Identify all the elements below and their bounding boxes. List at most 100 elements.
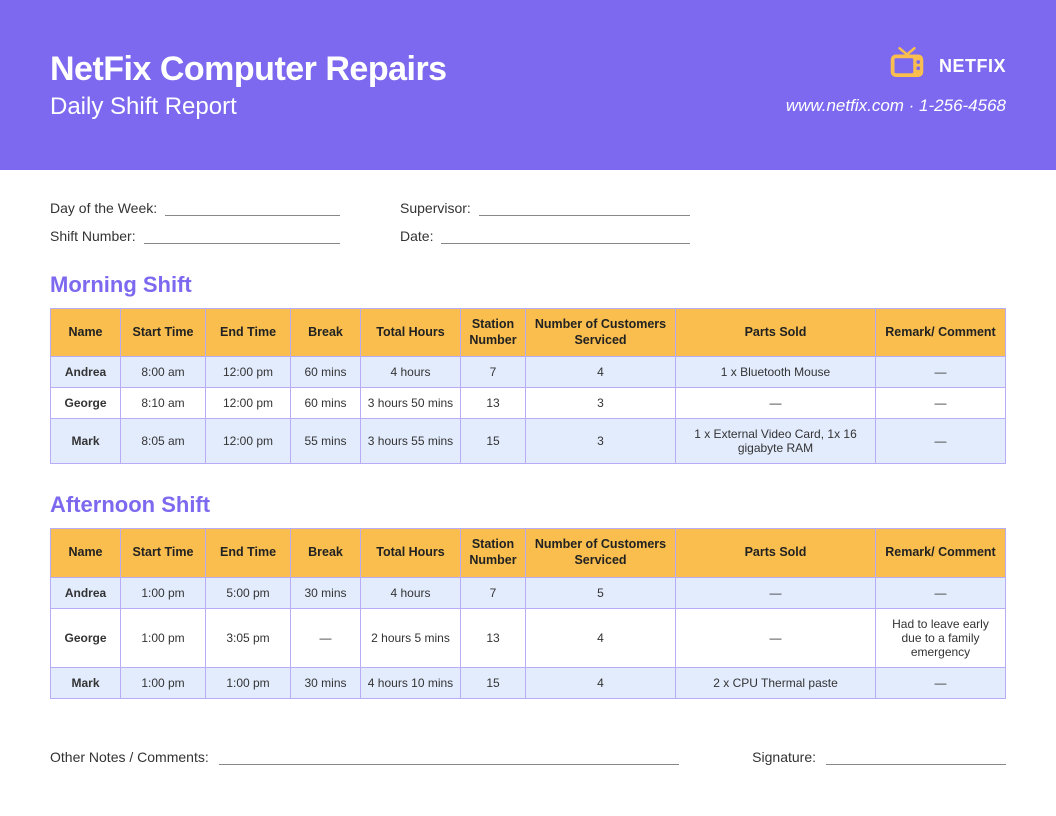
cell-name: George [51, 388, 121, 419]
cell-parts: — [676, 577, 876, 608]
shift-number-field: Shift Number: [50, 228, 340, 244]
morning-shift-title: Morning Shift [50, 272, 1006, 298]
col-station: Station Number [461, 529, 526, 577]
cell-remark: — [876, 357, 1006, 388]
table-row: Mark8:05 am12:00 pm55 mins3 hours 55 min… [51, 419, 1006, 464]
document-body: Day of the Week: Supervisor: Shift Numbe… [0, 170, 1056, 785]
table-row: George8:10 am12:00 pm60 mins3 hours 50 m… [51, 388, 1006, 419]
tv-icon [887, 50, 927, 82]
cell-station: 13 [461, 388, 526, 419]
cell-parts: 2 x CPU Thermal paste [676, 667, 876, 698]
table-header-row: Name Start Time End Time Break Total Hou… [51, 309, 1006, 357]
day-of-week-field: Day of the Week: [50, 200, 340, 216]
cell-break: 30 mins [291, 577, 361, 608]
cell-start: 8:00 am [121, 357, 206, 388]
signature-field: Signature: [752, 749, 1006, 765]
cell-remark: — [876, 388, 1006, 419]
meta-row-2: Shift Number: Date: [50, 228, 1006, 244]
shift-number-input-line[interactable] [144, 230, 340, 244]
col-customers: Number of Customers Serviced [526, 529, 676, 577]
table-header-row: Name Start Time End Time Break Total Hou… [51, 529, 1006, 577]
cell-remark: — [876, 419, 1006, 464]
morning-tbody: Andrea8:00 am12:00 pm60 mins4 hours741 x… [51, 357, 1006, 464]
col-name: Name [51, 309, 121, 357]
header: NetFix Computer Repairs Daily Shift Repo… [0, 0, 1056, 170]
cell-customers: 4 [526, 357, 676, 388]
col-end: End Time [206, 529, 291, 577]
col-remark: Remark/ Comment [876, 309, 1006, 357]
header-right: NETFIX www.netfix.com · 1-256-4568 [786, 50, 1006, 170]
table-row: Andrea1:00 pm5:00 pm30 mins4 hours75—— [51, 577, 1006, 608]
cell-break: 60 mins [291, 388, 361, 419]
day-of-week-input-line[interactable] [165, 202, 340, 216]
cell-break: 55 mins [291, 419, 361, 464]
date-input-line[interactable] [441, 230, 690, 244]
cell-station: 15 [461, 667, 526, 698]
date-field: Date: [400, 228, 690, 244]
footer: Other Notes / Comments: Signature: [50, 749, 1006, 765]
cell-total: 4 hours [361, 577, 461, 608]
supervisor-input-line[interactable] [479, 202, 690, 216]
contact-info: www.netfix.com · 1-256-4568 [786, 96, 1006, 116]
meta-row-1: Day of the Week: Supervisor: [50, 200, 1006, 216]
cell-end: 12:00 pm [206, 388, 291, 419]
page-title: NetFix Computer Repairs [50, 50, 447, 89]
cell-customers: 4 [526, 667, 676, 698]
cell-name: Andrea [51, 357, 121, 388]
cell-break: 30 mins [291, 667, 361, 698]
col-parts: Parts Sold [676, 529, 876, 577]
brand-row: NETFIX [786, 50, 1006, 82]
col-end: End Time [206, 309, 291, 357]
col-break: Break [291, 309, 361, 357]
cell-break: — [291, 608, 361, 667]
cell-start: 8:05 am [121, 419, 206, 464]
cell-start: 1:00 pm [121, 667, 206, 698]
table-row: Mark1:00 pm1:00 pm30 mins4 hours 10 mins… [51, 667, 1006, 698]
cell-customers: 5 [526, 577, 676, 608]
cell-customers: 3 [526, 388, 676, 419]
table-row: George1:00 pm3:05 pm—2 hours 5 mins134—H… [51, 608, 1006, 667]
cell-customers: 4 [526, 608, 676, 667]
supervisor-label: Supervisor: [400, 200, 471, 216]
other-notes-input-line[interactable] [219, 751, 679, 765]
brand-name: NETFIX [939, 56, 1006, 77]
cell-remark: Had to leave early due to a family emerg… [876, 608, 1006, 667]
cell-remark: — [876, 577, 1006, 608]
cell-end: 12:00 pm [206, 357, 291, 388]
page-subtitle: Daily Shift Report [50, 93, 447, 121]
cell-end: 12:00 pm [206, 419, 291, 464]
cell-total: 3 hours 50 mins [361, 388, 461, 419]
cell-end: 5:00 pm [206, 577, 291, 608]
cell-parts: — [676, 608, 876, 667]
morning-shift-table: Name Start Time End Time Break Total Hou… [50, 308, 1006, 464]
cell-end: 1:00 pm [206, 667, 291, 698]
cell-customers: 3 [526, 419, 676, 464]
day-of-week-label: Day of the Week: [50, 200, 157, 216]
other-notes-field: Other Notes / Comments: [50, 749, 679, 765]
cell-station: 7 [461, 357, 526, 388]
cell-name: Mark [51, 419, 121, 464]
cell-end: 3:05 pm [206, 608, 291, 667]
cell-parts: 1 x External Video Card, 1x 16 gigabyte … [676, 419, 876, 464]
header-left: NetFix Computer Repairs Daily Shift Repo… [50, 50, 447, 170]
col-station: Station Number [461, 309, 526, 357]
cell-total: 4 hours 10 mins [361, 667, 461, 698]
cell-break: 60 mins [291, 357, 361, 388]
afternoon-shift-title: Afternoon Shift [50, 492, 1006, 518]
cell-total: 3 hours 55 mins [361, 419, 461, 464]
cell-total: 2 hours 5 mins [361, 608, 461, 667]
other-notes-label: Other Notes / Comments: [50, 749, 209, 765]
col-total: Total Hours [361, 529, 461, 577]
col-start: Start Time [121, 529, 206, 577]
shift-number-label: Shift Number: [50, 228, 136, 244]
cell-name: George [51, 608, 121, 667]
signature-input-line[interactable] [826, 751, 1006, 765]
cell-start: 1:00 pm [121, 608, 206, 667]
cell-name: Mark [51, 667, 121, 698]
afternoon-shift-table: Name Start Time End Time Break Total Hou… [50, 528, 1006, 698]
col-name: Name [51, 529, 121, 577]
date-label: Date: [400, 228, 433, 244]
col-start: Start Time [121, 309, 206, 357]
cell-parts: — [676, 388, 876, 419]
cell-station: 7 [461, 577, 526, 608]
